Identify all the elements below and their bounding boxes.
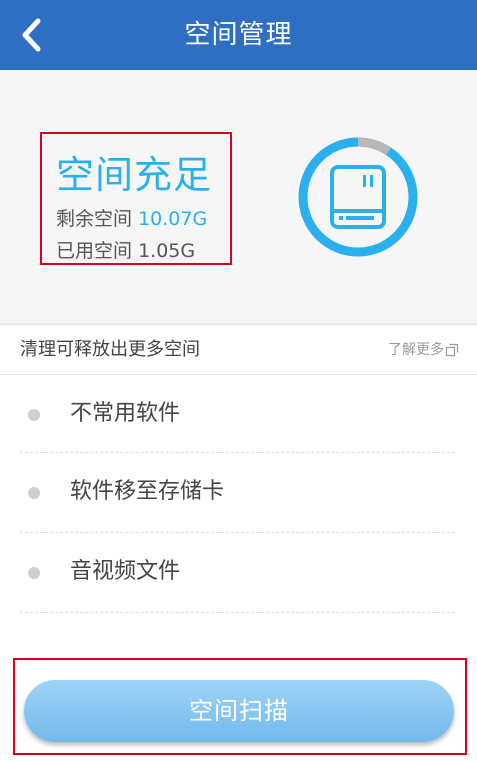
learn-more-label: 了解更多 xyxy=(388,342,444,358)
list-item[interactable]: 不常用软件 xyxy=(20,375,455,453)
used-space-value: 1.05G xyxy=(138,240,196,262)
app-bar: 空间管理 xyxy=(0,0,477,70)
option-label: 不常用软件 xyxy=(70,401,181,426)
bullet-dot-icon xyxy=(28,487,40,499)
cleanup-section-header: 清理可释放出更多空间 了解更多 xyxy=(0,325,477,375)
list-item[interactable]: 音视频文件 xyxy=(20,533,455,613)
list-item[interactable]: 软件移至存储卡 xyxy=(20,453,455,533)
space-scan-button[interactable]: 空间扫描 xyxy=(24,680,454,742)
option-label: 软件移至存储卡 xyxy=(70,479,225,504)
storage-usage-ring xyxy=(298,137,418,257)
storage-drive-icon xyxy=(330,165,386,229)
ring-free-track xyxy=(298,137,418,257)
option-label: 音视频文件 xyxy=(70,559,181,584)
free-space-label: 剩余空间 xyxy=(56,208,133,230)
status-headline: 空间充足 xyxy=(56,153,213,197)
page-title: 空间管理 xyxy=(184,20,293,50)
bullet-dot-icon xyxy=(28,567,40,579)
section-title: 清理可释放出更多空间 xyxy=(20,339,200,360)
free-space-line: 剩余空间 10.07G xyxy=(56,204,207,231)
storage-status-box: 空间充足 剩余空间 10.07G 已用空间 1.05G xyxy=(40,132,232,265)
storage-status-panel: 空间充足 剩余空间 10.07G 已用空间 1.05G xyxy=(0,70,477,325)
learn-more-link[interactable]: 了解更多 xyxy=(388,325,459,375)
bullet-dot-icon xyxy=(28,409,40,421)
cleanup-option-list: 不常用软件 软件移至存储卡 音视频文件 xyxy=(20,375,455,613)
copy-icon xyxy=(445,343,459,357)
used-space-line: 已用空间 1.05G xyxy=(56,236,195,263)
free-space-value: 10.07G xyxy=(138,208,208,230)
used-space-label: 已用空间 xyxy=(56,240,133,262)
